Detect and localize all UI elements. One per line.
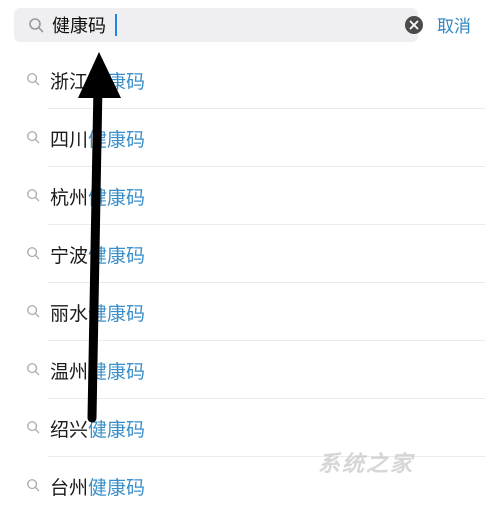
suggestion-city: 台州 xyxy=(50,477,89,499)
suggestion-city: 宁波 xyxy=(50,245,89,267)
suggestion-label: 杭州健康码 xyxy=(50,183,145,210)
suggestion-item[interactable]: 温州健康码 xyxy=(0,341,485,399)
search-bar[interactable] xyxy=(14,8,423,42)
search-input[interactable] xyxy=(52,13,352,37)
search-icon xyxy=(27,73,40,86)
suggestion-keyword: 健康码 xyxy=(88,477,146,499)
search-icon xyxy=(27,131,40,144)
suggestion-city: 浙江 xyxy=(50,71,89,93)
suggestion-item[interactable]: 四川健康码 xyxy=(0,109,485,167)
suggestion-item[interactable]: 丽水健康码 xyxy=(0,283,485,341)
search-icon xyxy=(27,189,40,202)
suggestion-city: 温州 xyxy=(50,361,89,383)
suggestion-city: 四川 xyxy=(50,129,89,151)
suggestion-label: 宁波健康码 xyxy=(50,241,145,268)
suggestion-item[interactable]: 宁波健康码 xyxy=(0,225,485,283)
suggestion-city: 杭州 xyxy=(50,187,89,209)
cancel-button[interactable]: 取消 xyxy=(437,12,471,37)
suggestion-label: 浙江健康码 xyxy=(50,67,145,94)
suggestion-label: 台州健康码 xyxy=(50,473,145,500)
search-icon xyxy=(27,421,40,434)
suggestion-label: 温州健康码 xyxy=(50,357,145,384)
suggestion-keyword: 健康码 xyxy=(88,187,146,209)
search-icon xyxy=(27,363,40,376)
suggestion-keyword: 健康码 xyxy=(88,71,146,93)
text-cursor xyxy=(115,14,117,36)
search-icon xyxy=(29,18,44,33)
suggestion-keyword: 健康码 xyxy=(88,361,146,383)
search-icon xyxy=(27,247,40,260)
suggestion-label: 丽水健康码 xyxy=(50,299,145,326)
suggestion-item[interactable]: 杭州健康码 xyxy=(0,167,485,225)
watermark: 系统之家 xyxy=(318,452,415,477)
clear-button[interactable] xyxy=(405,16,423,34)
search-icon xyxy=(27,479,40,492)
suggestion-city: 丽水 xyxy=(50,303,89,325)
suggestion-keyword: 健康码 xyxy=(88,303,146,325)
suggestion-keyword: 健康码 xyxy=(88,129,146,151)
suggestion-label: 四川健康码 xyxy=(50,125,145,152)
suggestion-keyword: 健康码 xyxy=(88,419,146,441)
search-icon xyxy=(27,305,40,318)
suggestion-label: 绍兴健康码 xyxy=(50,415,145,442)
suggestion-keyword: 健康码 xyxy=(88,245,146,267)
suggestion-city: 绍兴 xyxy=(50,419,89,441)
suggestion-item[interactable]: 浙江健康码 xyxy=(0,51,485,109)
clear-icon xyxy=(409,20,419,30)
